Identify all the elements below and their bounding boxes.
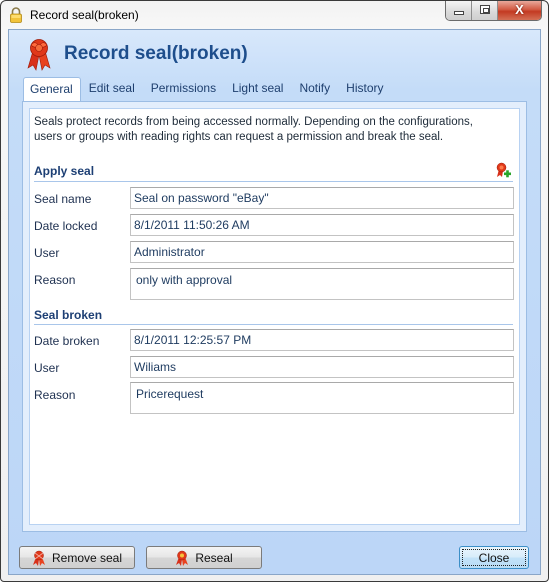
- general-tab-panel: Seals protect records from being accesse…: [22, 101, 527, 532]
- seal-name-label: Seal name: [34, 192, 92, 206]
- remove-seal-icon: [32, 550, 45, 566]
- remove-seal-label: Remove seal: [51, 550, 123, 565]
- minimize-button[interactable]: [446, 1, 472, 20]
- window-title: Record seal(broken): [30, 8, 139, 22]
- lock-icon: [10, 7, 22, 23]
- caption-buttons: X: [445, 1, 542, 21]
- reason-label: Reason: [34, 273, 76, 287]
- general-content: Seals protect records from being accesse…: [29, 108, 520, 525]
- broken-reason-textarea[interactable]: Pricerequest: [130, 382, 514, 414]
- reseal-label: Reseal: [195, 550, 233, 565]
- tab-notify[interactable]: Notify: [291, 77, 338, 101]
- close-window-button[interactable]: X: [498, 1, 541, 20]
- remove-seal-button[interactable]: Remove seal: [19, 546, 135, 569]
- date-broken-field[interactable]: 8/1/2011 12:25:57 PM: [130, 329, 514, 351]
- record-seal-window: Record seal(broken) X Record seal(broken…: [0, 0, 549, 582]
- intro-line-2: users or groups with reading rights can …: [34, 131, 444, 143]
- date-broken-label: Date broken: [34, 334, 100, 348]
- apply-seal-divider: [34, 181, 513, 182]
- broken-user-label: User: [34, 361, 60, 375]
- intro-line-1: Seals protect records from being accesse…: [34, 116, 473, 128]
- seal-reason-textarea[interactable]: only with approval: [130, 268, 514, 300]
- tab-permissions[interactable]: Permissions: [143, 77, 224, 101]
- tab-edit-seal[interactable]: Edit seal: [81, 77, 143, 101]
- user-label: User: [34, 246, 60, 260]
- dialog-heading: Record seal(broken): [64, 43, 248, 64]
- intro-text: Seals protect records from being accesse…: [34, 115, 494, 145]
- seal-broken-divider: [34, 324, 513, 325]
- tab-history[interactable]: History: [338, 77, 391, 101]
- minimize-icon: [454, 11, 464, 15]
- tab-general[interactable]: General: [23, 77, 81, 102]
- dialog-client-area: Record seal(broken) General Edit seal Pe…: [8, 29, 541, 575]
- date-locked-field[interactable]: 8/1/2011 11:50:26 AM: [130, 214, 514, 236]
- seal-ribbon-icon: [27, 39, 51, 71]
- maximize-icon: [480, 5, 490, 14]
- tab-light-seal[interactable]: Light seal: [224, 77, 291, 101]
- date-locked-label: Date locked: [34, 219, 98, 233]
- seal-name-field[interactable]: Seal on password "eBay": [130, 187, 514, 209]
- broken-user-field[interactable]: Wiliams: [130, 356, 514, 378]
- seal-broken-heading: Seal broken: [34, 308, 103, 322]
- focus-rectangle: [462, 549, 526, 566]
- close-button[interactable]: Close: [459, 546, 529, 569]
- title-bar[interactable]: Record seal(broken) X: [1, 1, 548, 29]
- maximize-button[interactable]: [472, 1, 498, 20]
- seal-user-field[interactable]: Administrator: [130, 241, 514, 263]
- close-icon: X: [515, 2, 524, 17]
- tab-strip: General Edit seal Permissions Light seal…: [23, 77, 392, 102]
- broken-reason-label: Reason: [34, 388, 76, 402]
- reseal-icon: [176, 550, 189, 566]
- apply-seal-heading: Apply seal: [34, 164, 95, 178]
- reseal-button[interactable]: Reseal: [146, 546, 262, 569]
- add-seal-icon[interactable]: [495, 162, 511, 178]
